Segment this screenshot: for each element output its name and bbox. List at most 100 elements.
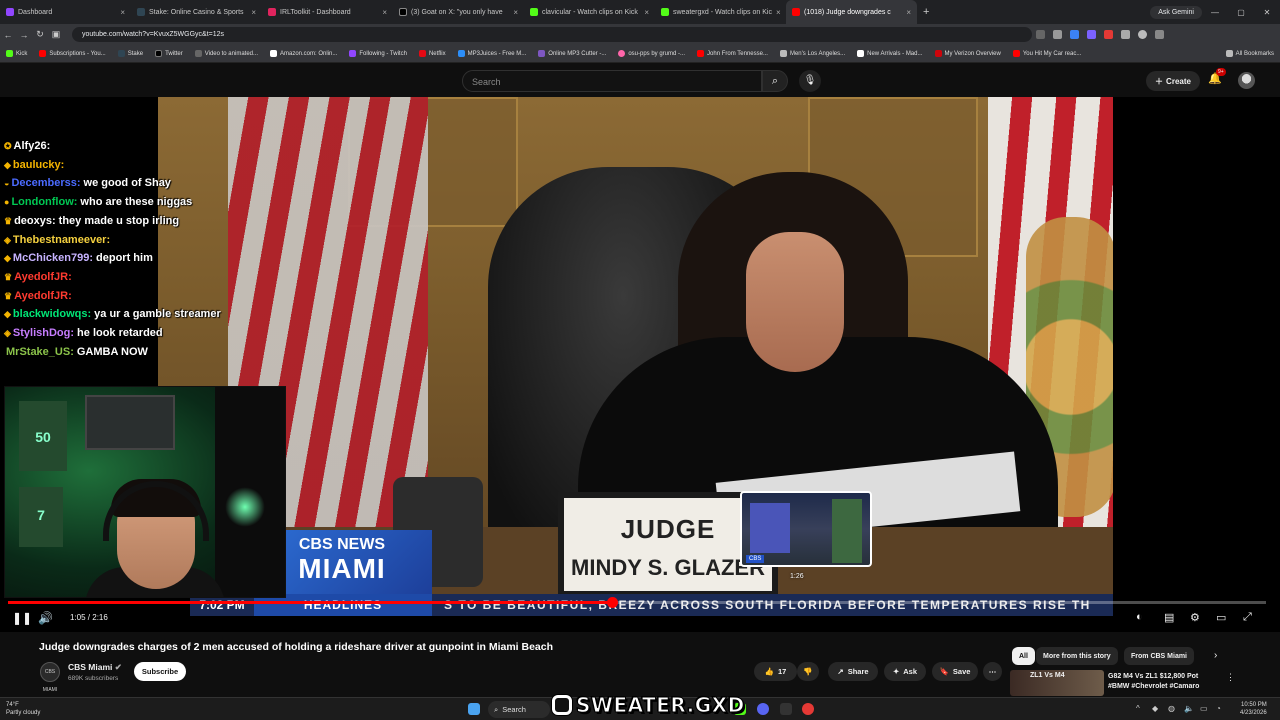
microphone-icon[interactable]: 🎙 xyxy=(799,70,821,92)
bookmark[interactable]: Kick xyxy=(0,50,33,57)
browser-tab-bar: Dashboard × Stake: Online Casino & Sports… xyxy=(0,0,1280,24)
extensions-puzzle-icon[interactable] xyxy=(1121,30,1130,39)
browser-tab[interactable]: Stake: Online Casino & Sports × xyxy=(131,0,262,24)
bookmark[interactable]: Netflix xyxy=(413,50,452,57)
chip-all[interactable]: All xyxy=(1012,647,1035,665)
weather-widget[interactable]: 74°F Partly cloudy xyxy=(6,701,40,717)
maximize-icon[interactable]: ▢ xyxy=(1228,8,1254,17)
bookmark[interactable]: Amazon.com: Onlin... xyxy=(264,50,343,57)
back-icon[interactable]: ← xyxy=(0,30,16,40)
search-icon[interactable]: ⌕ xyxy=(762,70,788,92)
bookmark[interactable]: New Arrivals - Mad... xyxy=(851,50,928,57)
new-tab-button[interactable]: + xyxy=(917,6,935,18)
extension-icon[interactable] xyxy=(1104,30,1113,39)
youtube-header: Search ⌕ 🎙 ＋ Create 🔔 9+ xyxy=(0,63,1280,97)
bookmark[interactable]: MP3Juices - Free M... xyxy=(452,50,533,57)
browser-tab[interactable]: IRLToolkit - Dashboard × xyxy=(262,0,393,24)
taskbar-search[interactable]: ⌕ Search xyxy=(488,701,550,718)
all-bookmarks[interactable]: All Bookmarks xyxy=(1220,50,1280,57)
close-tab-icon[interactable]: × xyxy=(776,8,781,17)
captions-icon[interactable]: ▤ xyxy=(1164,611,1174,624)
fullscreen-icon[interactable]: ⤢ xyxy=(1243,611,1252,624)
sidepanel-icon[interactable]: ▣ xyxy=(48,29,64,40)
tray-icon[interactable]: ◔ xyxy=(1216,704,1221,713)
like-button[interactable]: 👍 17 xyxy=(754,662,797,681)
settings-gear-icon[interactable]: ⚙ xyxy=(1190,611,1200,624)
bookmark[interactable]: osu-pps by grumd -... xyxy=(612,50,691,57)
install-icon[interactable] xyxy=(1036,30,1045,39)
theater-mode-icon[interactable]: ▭ xyxy=(1216,611,1226,624)
video-player[interactable]: JUDGE MINDY S. GLAZER ◉4 CBS NEWS MIAMI … xyxy=(0,97,1280,632)
bookmark[interactable]: Twitter xyxy=(149,50,189,57)
save-button[interactable]: 🔖 Save xyxy=(932,662,978,681)
browser-tab[interactable]: sweatergxd - Watch clips on Kic × xyxy=(655,0,786,24)
progress-bar[interactable] xyxy=(8,597,1266,608)
chevron-right-icon[interactable]: › xyxy=(1214,650,1217,661)
tray-chevron-icon[interactable]: ^ xyxy=(1136,704,1140,713)
taskbar-clock[interactable]: 10:50 PM 4/23/2026 xyxy=(1240,701,1267,717)
close-tab-icon[interactable]: × xyxy=(120,8,125,17)
more-vertical-icon[interactable]: ⋮ xyxy=(1226,672,1235,683)
subscribe-button[interactable]: Subscribe xyxy=(134,662,186,681)
menu-icon[interactable] xyxy=(1155,30,1164,39)
bookmark[interactable]: Subscriptions - You... xyxy=(33,50,111,57)
channel-name[interactable]: CBS Miami ✔ xyxy=(68,662,122,673)
wall-poster xyxy=(85,395,175,450)
browser-tab-active[interactable]: (1018) Judge downgrades c × xyxy=(786,0,917,24)
url-field[interactable]: youtube.com/watch?v=KvuxZ5WGGyc&t=12s xyxy=(72,27,1032,42)
windows-start-icon[interactable] xyxy=(468,703,480,715)
more-actions-button[interactable]: ⋯ xyxy=(983,662,1002,681)
dislike-button[interactable]: 👎 xyxy=(797,662,819,681)
share-button[interactable]: ↗ Share xyxy=(828,662,878,681)
browser-tab[interactable]: clavicular - Watch clips on Kick × xyxy=(524,0,655,24)
scrub-preview-time: 1:26 xyxy=(790,573,804,580)
recommended-thumbnail[interactable]: ZL1 Vs M4 xyxy=(1010,670,1104,696)
close-tab-icon[interactable]: × xyxy=(644,8,649,17)
channel-avatar[interactable]: CBS MIAMI xyxy=(40,662,60,693)
volume-tray-icon[interactable]: 🔈 xyxy=(1184,704,1194,713)
bookmark-star-icon[interactable] xyxy=(1053,30,1062,39)
bookmark[interactable]: Online MP3 Cutter -... xyxy=(532,50,612,57)
close-tab-icon[interactable]: × xyxy=(513,8,518,17)
bookmark[interactable]: My Verizon Overview xyxy=(929,50,1007,57)
bookmark[interactable]: Stake xyxy=(112,50,149,57)
network-icon[interactable]: ◍ xyxy=(1168,704,1175,713)
obs-icon[interactable] xyxy=(802,703,814,715)
autoplay-toggle-icon[interactable]: ◐ xyxy=(1136,611,1143,623)
recommended-title[interactable]: G82 M4 Vs ZL1 $12,800 Pot #BMW #Chevrole… xyxy=(1108,672,1218,692)
app-icon[interactable] xyxy=(780,703,792,715)
close-tab-icon[interactable]: × xyxy=(251,8,256,17)
close-window-icon[interactable]: ✕ xyxy=(1254,8,1280,17)
volume-icon[interactable]: 🔊 xyxy=(38,611,53,625)
chip-from-cbs-miami[interactable]: From CBS Miami xyxy=(1124,647,1195,665)
bookmark[interactable]: Men's Los Angeles... xyxy=(774,50,851,57)
extension-icon[interactable] xyxy=(1087,30,1096,39)
discord-icon[interactable] xyxy=(757,703,769,715)
pause-icon[interactable]: ❚❚ xyxy=(12,611,32,625)
close-tab-icon[interactable]: × xyxy=(906,8,911,17)
battery-icon[interactable]: ▭ xyxy=(1200,704,1208,713)
ask-gemini-button[interactable]: Ask Gemini xyxy=(1150,5,1202,19)
browser-tab[interactable]: Dashboard × xyxy=(0,0,131,24)
bookmark[interactable]: You Hit My Car reac... xyxy=(1007,50,1087,57)
create-button[interactable]: ＋ Create xyxy=(1146,71,1200,91)
wall-jersey: 50 xyxy=(19,401,67,471)
reload-icon[interactable]: ↻ xyxy=(32,29,48,40)
tray-app-icon[interactable]: ◆ xyxy=(1152,704,1158,713)
chip-more-from-story[interactable]: More from this story xyxy=(1036,647,1118,665)
bookmark[interactable]: Following - Twitch xyxy=(343,50,413,57)
bookmark[interactable]: John From Tennesse... xyxy=(691,50,774,57)
extension-icon[interactable] xyxy=(1070,30,1079,39)
close-tab-icon[interactable]: × xyxy=(382,8,387,17)
minimize-icon[interactable]: — xyxy=(1202,8,1228,17)
forward-icon[interactable]: → xyxy=(16,30,32,40)
profile-icon[interactable] xyxy=(1138,30,1147,39)
search-input[interactable]: Search xyxy=(462,70,762,92)
chat-username: Thebestnameever: xyxy=(12,233,111,246)
bookmarks-bar: Kick Subscriptions - You... Stake Twitte… xyxy=(0,45,1280,63)
browser-tab[interactable]: (3) Goat on X: "you only have × xyxy=(393,0,524,24)
avatar[interactable] xyxy=(1238,72,1255,89)
notifications-badge: 9+ xyxy=(1216,68,1226,76)
bookmark[interactable]: Video to animated... xyxy=(189,50,264,57)
ask-button[interactable]: ✦ Ask xyxy=(884,662,926,681)
